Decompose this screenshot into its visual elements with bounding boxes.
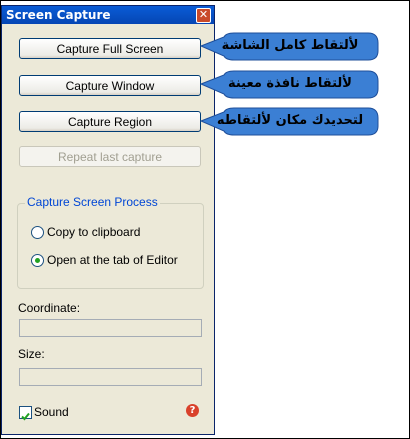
- capture-region-button[interactable]: Capture Region: [19, 111, 201, 132]
- size-label: Size:: [18, 347, 45, 361]
- capture-full-screen-button[interactable]: Capture Full Screen: [19, 38, 201, 59]
- title-bar[interactable]: Screen Capture ✕: [2, 6, 214, 24]
- callout-capture-full-screen: لألتقاط كامل الشاشة: [199, 31, 380, 62]
- close-icon[interactable]: ✕: [196, 8, 211, 23]
- help-icon[interactable]: ?: [186, 404, 199, 417]
- checkmark-icon: [21, 412, 30, 421]
- sound-label[interactable]: Sound: [34, 405, 69, 419]
- callout-region-text: لتحديدك مكان لألتقاطه: [216, 113, 364, 128]
- sound-checkbox[interactable]: [19, 406, 32, 421]
- capture-process-group: [17, 203, 204, 289]
- copy-to-clipboard-radio[interactable]: [31, 226, 44, 239]
- callout-capture-region: لتحديدك مكان لألتقاطه: [199, 106, 380, 137]
- callout-full-screen-text: لألتقاط كامل الشاشة: [221, 38, 359, 53]
- window-title: Screen Capture: [6, 8, 111, 22]
- coordinate-label: Coordinate:: [18, 301, 81, 315]
- repeat-last-capture-button[interactable]: Repeat last capture: [19, 146, 201, 167]
- coordinate-field: [19, 319, 202, 337]
- callout-window-text: لألتقاط نافذة معينة: [227, 76, 352, 91]
- capture-process-label: Capture Screen Process: [25, 195, 160, 209]
- copy-to-clipboard-label[interactable]: Copy to clipboard: [47, 225, 140, 239]
- capture-window-button[interactable]: Capture Window: [19, 75, 201, 96]
- callout-capture-window: لألتقاط نافذة معينة: [199, 69, 380, 100]
- open-in-editor-label[interactable]: Open at the tab of Editor: [47, 253, 178, 267]
- size-field: [19, 368, 202, 386]
- open-in-editor-radio[interactable]: [31, 254, 44, 267]
- radio-selected-dot: [35, 258, 40, 263]
